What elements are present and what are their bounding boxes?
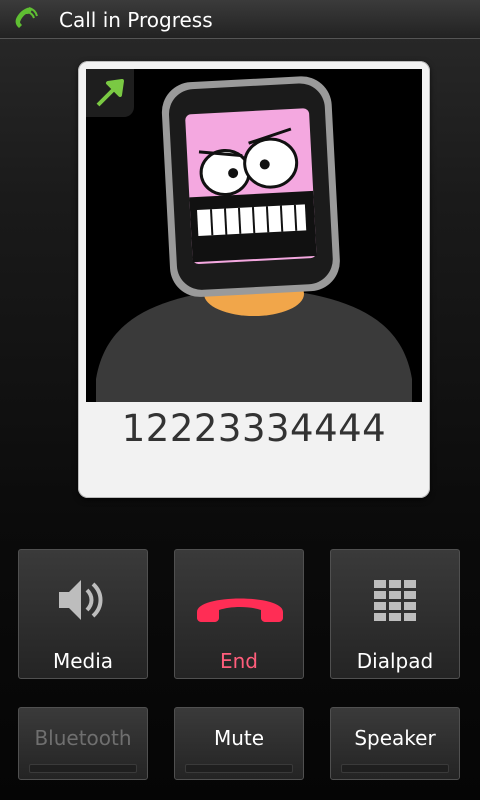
- page-title: Call in Progress: [59, 8, 213, 32]
- title-bar: Call in Progress: [0, 0, 480, 39]
- speaker-volume-icon: [59, 580, 103, 620]
- speaker-indicator: [341, 764, 449, 773]
- phone-in-call-icon: [15, 7, 38, 29]
- dialpad-icon: [374, 580, 416, 621]
- mute-indicator: [185, 764, 293, 773]
- caller-avatar-image: [96, 76, 412, 402]
- bluetooth-toggle: Bluetooth: [18, 707, 148, 780]
- mute-label: Mute: [213, 726, 265, 750]
- caller-number: 12223334444: [121, 407, 387, 450]
- end-call-button[interactable]: End: [174, 549, 304, 679]
- share-button[interactable]: [86, 69, 134, 117]
- caller-photo: [86, 69, 422, 402]
- dialpad-button[interactable]: Dialpad: [330, 549, 460, 679]
- caller-card: 12223334444: [78, 61, 430, 498]
- bluetooth-indicator: [29, 764, 137, 773]
- bluetooth-label: Bluetooth: [34, 726, 132, 750]
- mute-toggle[interactable]: Mute: [174, 707, 304, 780]
- speaker-label: Speaker: [354, 726, 436, 750]
- share-arrow-icon: [96, 79, 124, 107]
- media-label: Media: [52, 649, 114, 673]
- media-button[interactable]: Media: [18, 549, 148, 679]
- speaker-toggle[interactable]: Speaker: [330, 707, 460, 780]
- dialpad-label: Dialpad: [356, 649, 434, 673]
- end-call-icon: [197, 598, 283, 622]
- end-label: End: [219, 649, 258, 673]
